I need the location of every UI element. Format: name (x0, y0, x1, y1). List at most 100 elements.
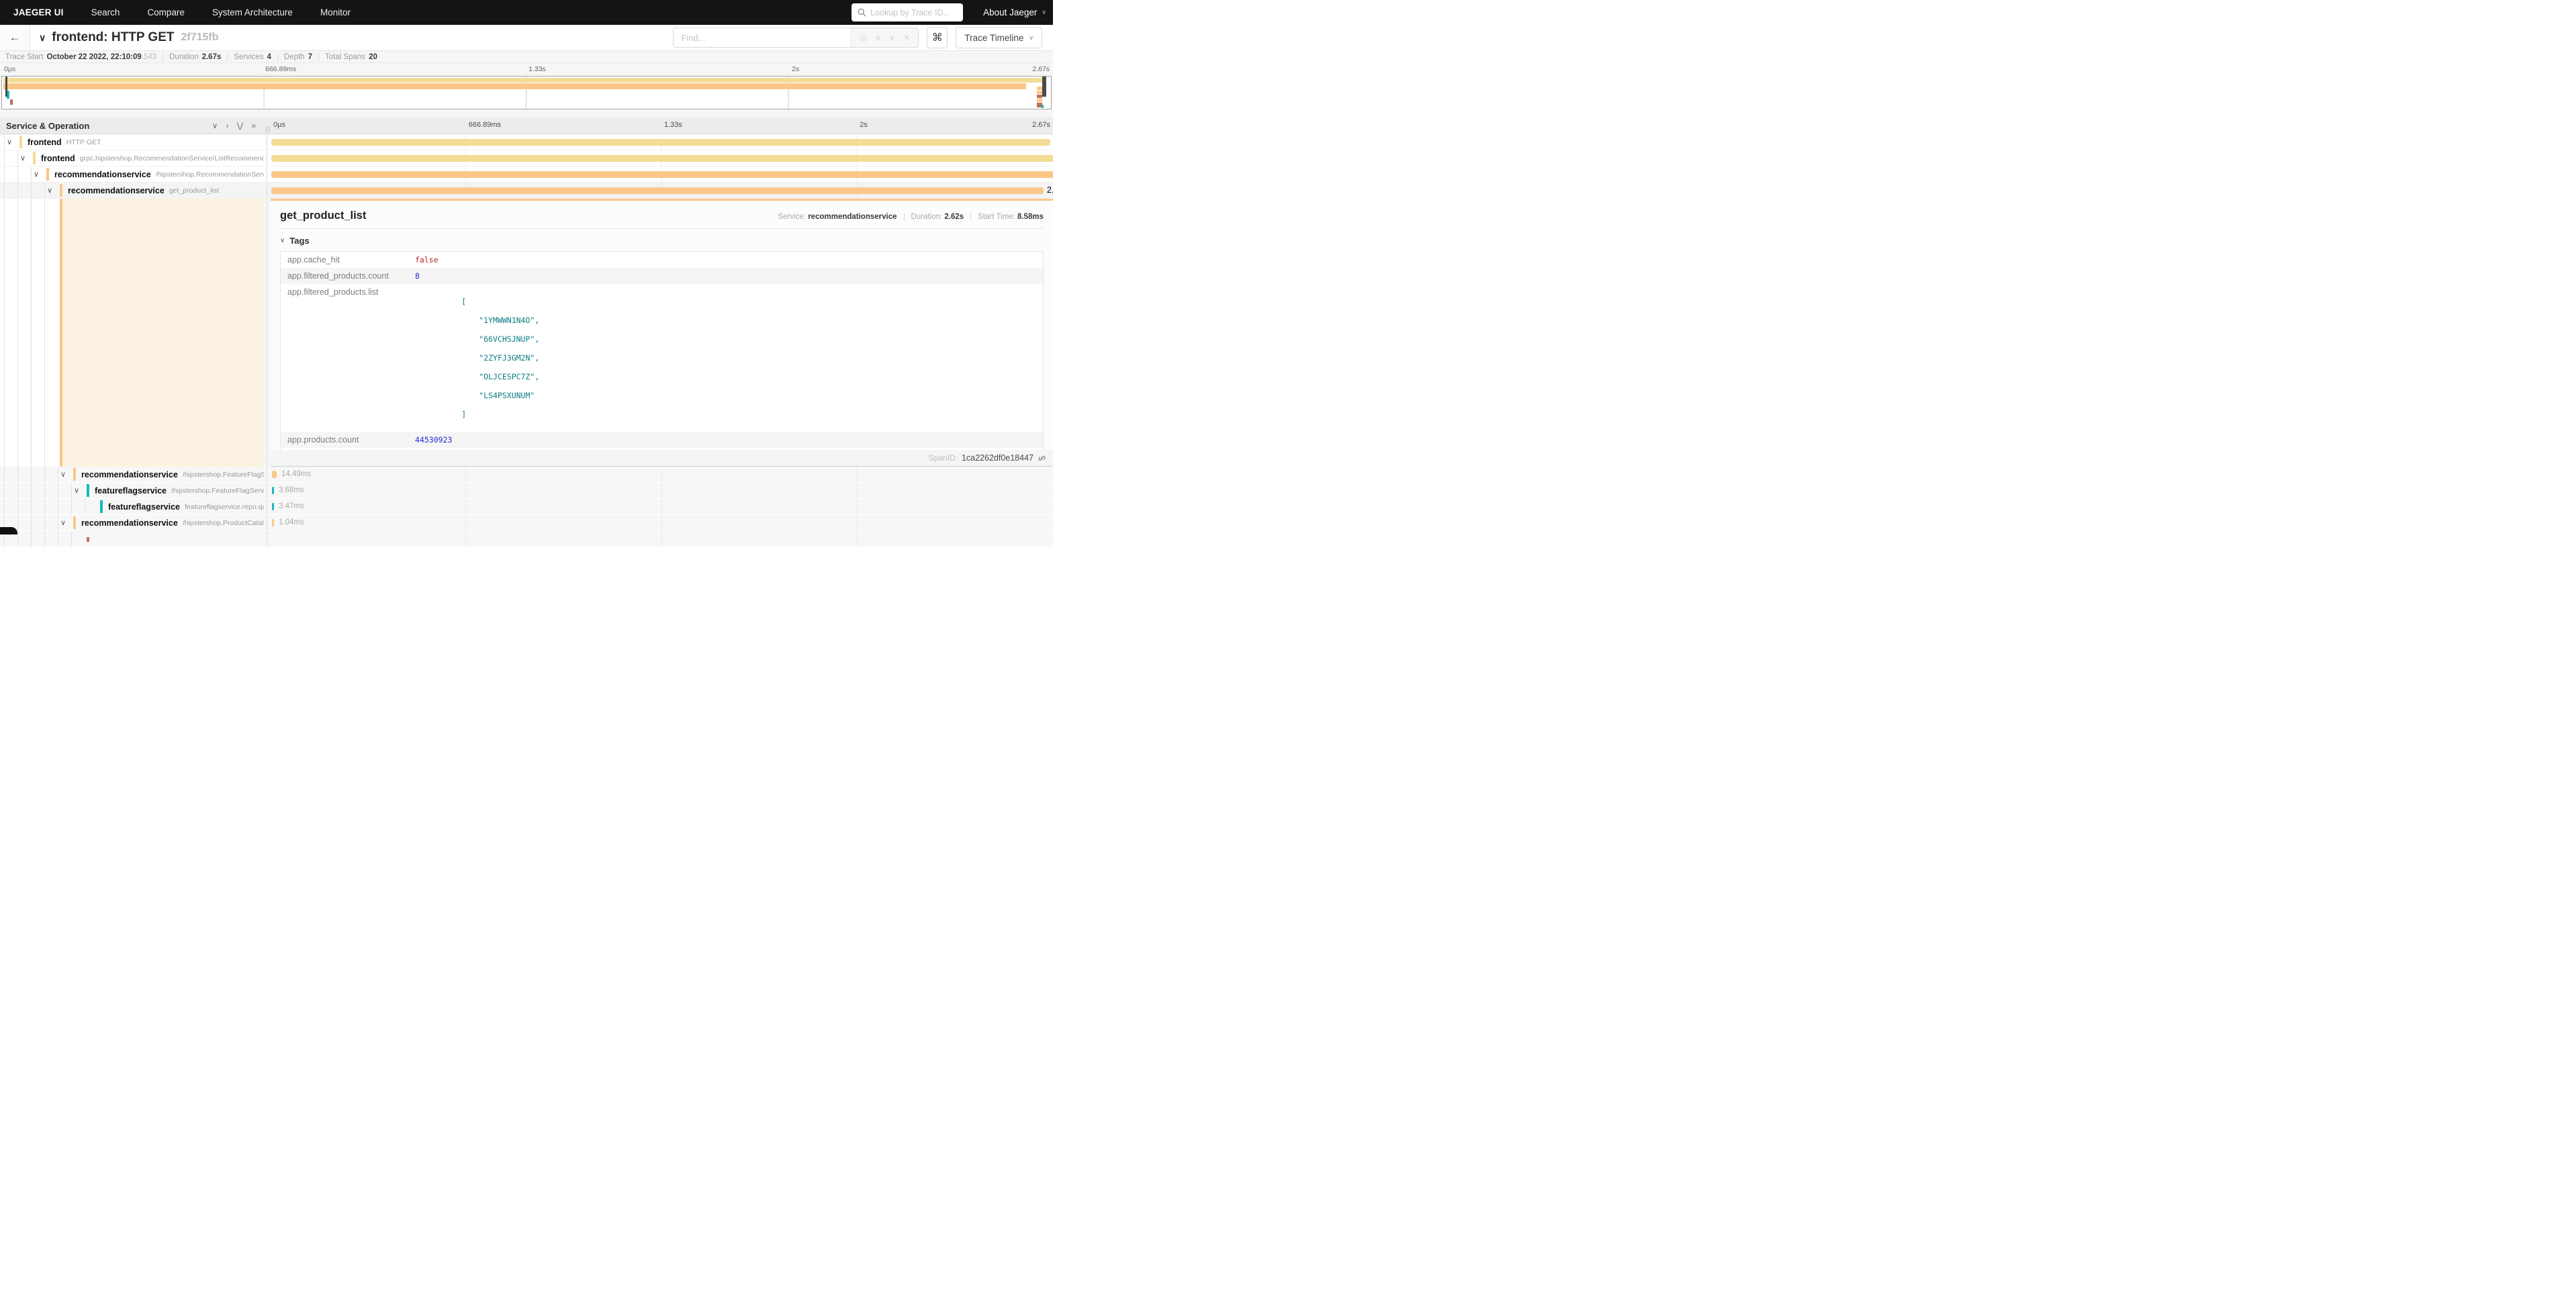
collapse-trace-header-icon[interactable]: ∨ (39, 32, 46, 44)
trace-view-selector[interactable]: Trace Timeline ∨ (956, 27, 1042, 48)
span-bar[interactable] (272, 471, 277, 478)
tag-row: app.products.count44530923 (281, 432, 1043, 448)
chevron-down-icon: ∨ (1029, 34, 1033, 42)
span-color-accent (33, 152, 36, 165)
span-bar[interactable] (271, 171, 1053, 178)
span-bar[interactable] (271, 139, 1050, 146)
span-detail-panel: get_product_list Service: recommendation… (271, 199, 1053, 467)
trace-id-short: 2f715fb (181, 32, 219, 44)
span-duration-label: 1.04ms (279, 518, 304, 526)
minimap-tick-1: 666.89ms (265, 65, 296, 73)
minimap-tick-2: 1.33s (528, 65, 546, 73)
span-rows-top: ∨ frontend HTTP GET ∨ frontend grpc.hips… (0, 134, 1053, 199)
span-row-frontend-http-get[interactable]: ∨ frontend HTTP GET (0, 134, 1053, 150)
span-color-accent (87, 484, 89, 497)
jaeger-logo[interactable]: JAEGER UI (13, 7, 64, 17)
span-duration-label: 14.49ms (281, 470, 311, 478)
next-match-icon[interactable]: ∨ (889, 34, 895, 42)
span-collapse-icon[interactable]: ∨ (60, 518, 69, 527)
trace-summary-bar: Trace StartOctober 22 2022, 22:10:09.543… (0, 51, 1053, 63)
minimap-axis: 0μs 666.89ms 1.33s 2s 2.67s (0, 65, 1053, 75)
span-collapse-icon[interactable]: ∨ (60, 470, 69, 479)
selected-span-tint (60, 199, 264, 467)
collapse-all-icon[interactable]: ⋁ (236, 122, 243, 130)
expand-one-icon[interactable]: › (226, 122, 228, 130)
span-row-featureflag-repo-query[interactable]: featureflagservice featureflagservice.re… (0, 499, 1053, 514)
span-bar-selected[interactable] (271, 187, 1044, 194)
chevron-down-icon: ∨ (1042, 9, 1046, 16)
minimap-span-frontend (3, 78, 1042, 83)
span-color-accent (73, 516, 76, 529)
span-row-reco-featureflag[interactable]: ∨ recommendationservice /hipstershop.Fea… (0, 467, 1053, 482)
span-detail-row: get_product_list Service: recommendation… (0, 199, 1053, 467)
span-row-reco-productcatalog[interactable]: ∨ recommendationservice /hipstershop.Pro… (0, 515, 1053, 530)
span-collapse-icon[interactable]: ∨ (34, 170, 42, 179)
collapse-one-icon[interactable]: ∨ (212, 122, 218, 130)
minimap-span-catalog (10, 99, 13, 105)
back-arrow-icon: ← (9, 31, 21, 44)
span-collapse-icon[interactable]: ∨ (20, 154, 29, 162)
span-collapse-icon[interactable]: ∨ (47, 186, 56, 195)
nav-item-system-architecture[interactable]: System Architecture (212, 7, 293, 17)
deep-link-icon[interactable] (1038, 454, 1046, 463)
service-operation-header: Service & Operation (6, 121, 89, 131)
summary-services: Services4 (227, 53, 271, 61)
span-collapse-icon[interactable]: ∨ (7, 138, 15, 146)
span-color-accent (87, 537, 89, 542)
trace-title: frontend: HTTP GET (52, 30, 174, 45)
top-nav: JAEGER UI Search Compare System Architec… (0, 0, 1053, 25)
focus-match-icon[interactable]: ◎ (860, 34, 867, 42)
selected-span-accent-bar (60, 199, 62, 467)
span-color-accent (73, 468, 76, 481)
minimap-canvas[interactable] (1, 76, 1052, 109)
prev-match-icon[interactable]: ∧ (875, 34, 881, 42)
summary-trace-start: Trace StartOctober 22 2022, 22:10:09.543 (5, 53, 156, 61)
span-bar[interactable] (271, 155, 1053, 162)
span-bar[interactable] (272, 487, 274, 494)
span-bar[interactable] (272, 519, 274, 526)
chevron-down-icon: ∨ (280, 237, 285, 244)
minimap-span-recommendation (3, 83, 1026, 89)
span-bar[interactable] (272, 503, 274, 510)
tag-row: app.cache_hitfalse (281, 252, 1043, 268)
summary-total-spans: Total Spans20 (318, 53, 377, 61)
trace-id-lookup-input[interactable] (870, 8, 957, 17)
span-duration-label: 2.62s (1047, 185, 1053, 195)
keyboard-shortcuts-button[interactable]: ⌘ (927, 27, 948, 48)
span-row-frontend-listrecommendations[interactable]: ∨ frontend grpc.hipstershop.Recommendati… (0, 150, 1053, 167)
jaeger-trace-page: { "colors": { "frontend": "#F2DC96", "re… (0, 0, 1053, 534)
browser-status-corner (0, 527, 17, 534)
nav-item-compare[interactable]: Compare (147, 7, 185, 17)
trace-title-bar: ← ∨ frontend: HTTP GET 2f715fb ◎ ∧ ∨ ✕ ⌘… (0, 25, 1053, 51)
span-detail-meta: Service: recommendationservice Duration:… (778, 213, 1044, 221)
nav-item-search[interactable]: Search (91, 7, 120, 17)
span-rows-bottom: ∨ recommendationservice /hipstershop.Fea… (0, 467, 1053, 547)
span-color-accent (19, 136, 22, 148)
find-controls: ◎ ∧ ∨ ✕ (851, 28, 918, 47)
search-icon (858, 8, 866, 17)
span-duration-label: 3.47ms (279, 502, 304, 510)
find-input[interactable] (674, 28, 851, 47)
span-row-featureflag-get[interactable]: ∨ featureflagservice /hipstershop.Featur… (0, 483, 1053, 498)
about-jaeger-menu[interactable]: About Jaeger ∨ (983, 7, 1046, 17)
span-row-get-product-list[interactable]: ∨ recommendationservice get_product_list… (0, 183, 1053, 199)
minimap-tick-0: 0μs (4, 65, 15, 73)
summary-duration: Duration2.67s (163, 53, 221, 61)
span-color-accent (46, 168, 49, 181)
expand-all-icon[interactable]: » (251, 122, 256, 130)
span-collapse-icon[interactable]: ∨ (74, 486, 83, 495)
nav-item-monitor[interactable]: Monitor (320, 7, 351, 17)
span-color-accent (60, 184, 62, 197)
minimap-left-scrubber[interactable] (5, 77, 7, 97)
span-row-recommendation-list[interactable]: ∨ recommendationservice /hipstershop.Rec… (0, 167, 1053, 183)
back-button[interactable]: ← (0, 25, 30, 50)
column-resizer[interactable] (264, 118, 271, 134)
timeline-header: Service & Operation ∨ › ⋁ » 0μs 666.89ms… (0, 118, 1053, 134)
clear-find-icon[interactable]: ✕ (903, 34, 910, 42)
tags-section-toggle[interactable]: ∨ Tags (280, 236, 1044, 246)
minimap-right-scrubber[interactable] (1042, 77, 1046, 97)
summary-depth: Depth7 (277, 53, 312, 61)
minimap-tick-4: 2.67s (1032, 65, 1050, 73)
trace-id-lookup[interactable] (852, 3, 963, 21)
span-row-partial[interactable] (0, 531, 1053, 547)
